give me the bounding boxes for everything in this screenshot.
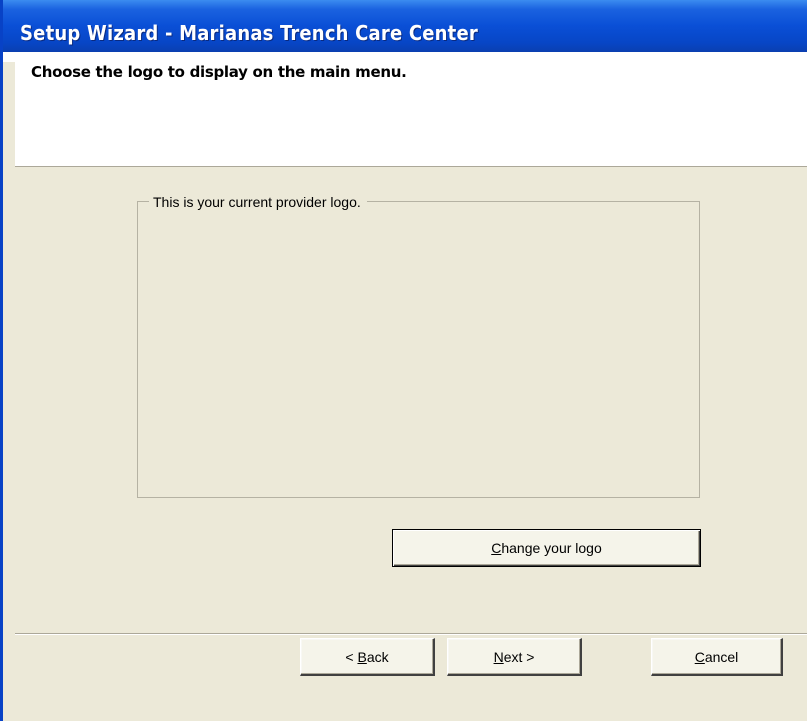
back-button[interactable]: < Back [300, 638, 435, 676]
next-mnemonic: N [493, 648, 504, 665]
setup-wizard-window: Setup Wizard - Marianas Trench Care Cent… [0, 0, 807, 721]
cancel-button[interactable]: Cancel [651, 638, 783, 676]
title-bar[interactable]: Setup Wizard - Marianas Trench Care Cent… [3, 0, 807, 52]
footer-divider [15, 633, 807, 635]
header-caption: Choose the logo to display on the main m… [31, 63, 407, 81]
header-panel-top [3, 52, 807, 62]
next-button[interactable]: Next > [447, 638, 582, 676]
change-logo-label: hange your logo [501, 540, 602, 556]
change-logo-mnemonic: C [491, 540, 502, 556]
window-title: Setup Wizard - Marianas Trench Care Cent… [20, 21, 478, 45]
back-prefix: < [345, 648, 358, 665]
cancel-label: ancel [704, 648, 739, 665]
back-label: ack [366, 648, 389, 665]
logo-groupbox-legend: This is your current provider logo. [149, 194, 367, 210]
header-divider [15, 166, 807, 167]
change-logo-button[interactable]: Change your logo [392, 529, 701, 567]
next-label: ext > [503, 648, 535, 665]
logo-groupbox [137, 201, 700, 498]
cancel-mnemonic: C [694, 648, 705, 665]
back-mnemonic: B [357, 648, 367, 665]
